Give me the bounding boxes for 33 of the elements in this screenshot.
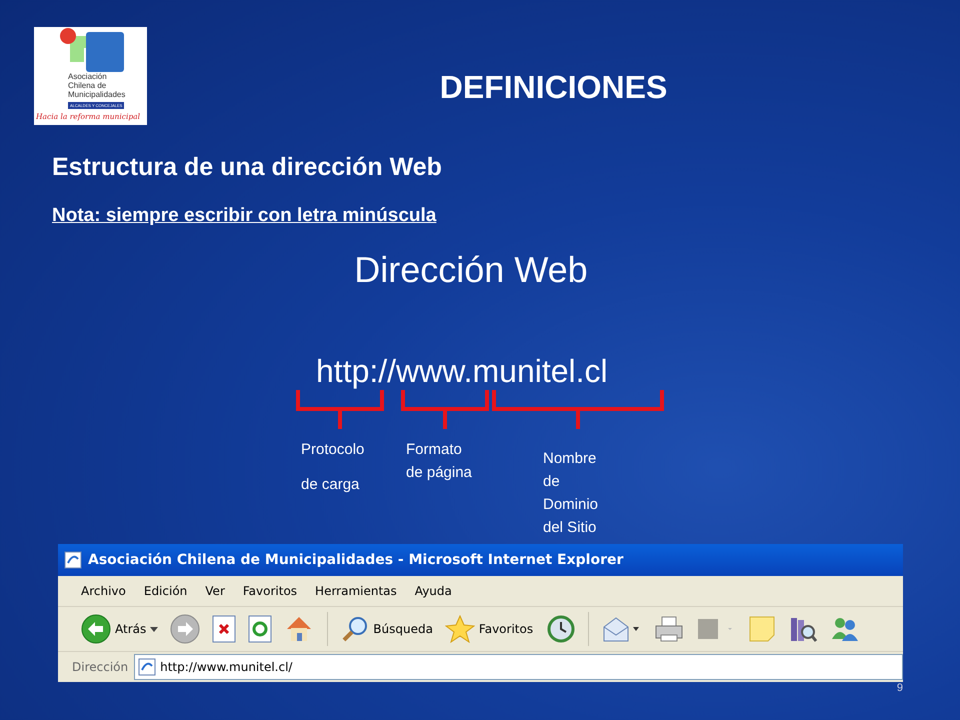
url-part-label: Protocolo de carga — [301, 440, 364, 495]
heading: Dirección Web — [354, 249, 588, 291]
browser-page-icon — [138, 658, 156, 676]
menu-item[interactable]: Herramientas — [306, 582, 406, 600]
page-number: 9 — [896, 682, 903, 694]
address-label: Dirección — [72, 660, 128, 674]
subtitle: Estructura de una dirección Web — [52, 152, 442, 182]
people-icon — [830, 615, 860, 643]
menu-item[interactable]: Favoritos — [234, 582, 306, 600]
window-title: Asociación Chilena de Municipalidades - Microsoft Internet Explorer — [88, 552, 624, 568]
search-icon — [341, 615, 370, 643]
slide-title: DEFINICIONES — [440, 69, 668, 106]
url-text: http://www.munitel.cl — [316, 352, 608, 390]
url-part-label: Nombre de Dominio del Sitio — [543, 449, 598, 538]
search-button[interactable]: Búsqueda — [338, 613, 436, 645]
menu-item[interactable]: Ver — [196, 582, 234, 600]
address-field[interactable]: http://www.munitel.cl/ — [134, 654, 903, 680]
books-magnifier-icon — [788, 615, 818, 643]
menu-item[interactable]: Ayuda — [406, 582, 461, 600]
note-text: Nota: siempre escribir con letra minúscula — [52, 204, 436, 228]
back-button[interactable]: Atrás — [78, 612, 162, 646]
star-icon — [444, 615, 475, 643]
stop-page-icon — [212, 615, 236, 643]
refresh-page-icon — [248, 615, 272, 643]
menu-item[interactable]: Edición — [134, 582, 196, 600]
logo-name: Asociación Chilena de Municipalidades — [68, 72, 126, 99]
menu-item[interactable]: Archivo — [72, 582, 135, 600]
sticky-note-icon — [748, 615, 776, 643]
url-part-label: Formato de página — [406, 440, 472, 483]
printer-icon — [654, 615, 684, 643]
caret-icon — [150, 626, 158, 632]
favorites-button[interactable]: Favoritos — [442, 613, 536, 645]
browser-page-icon — [64, 551, 82, 569]
